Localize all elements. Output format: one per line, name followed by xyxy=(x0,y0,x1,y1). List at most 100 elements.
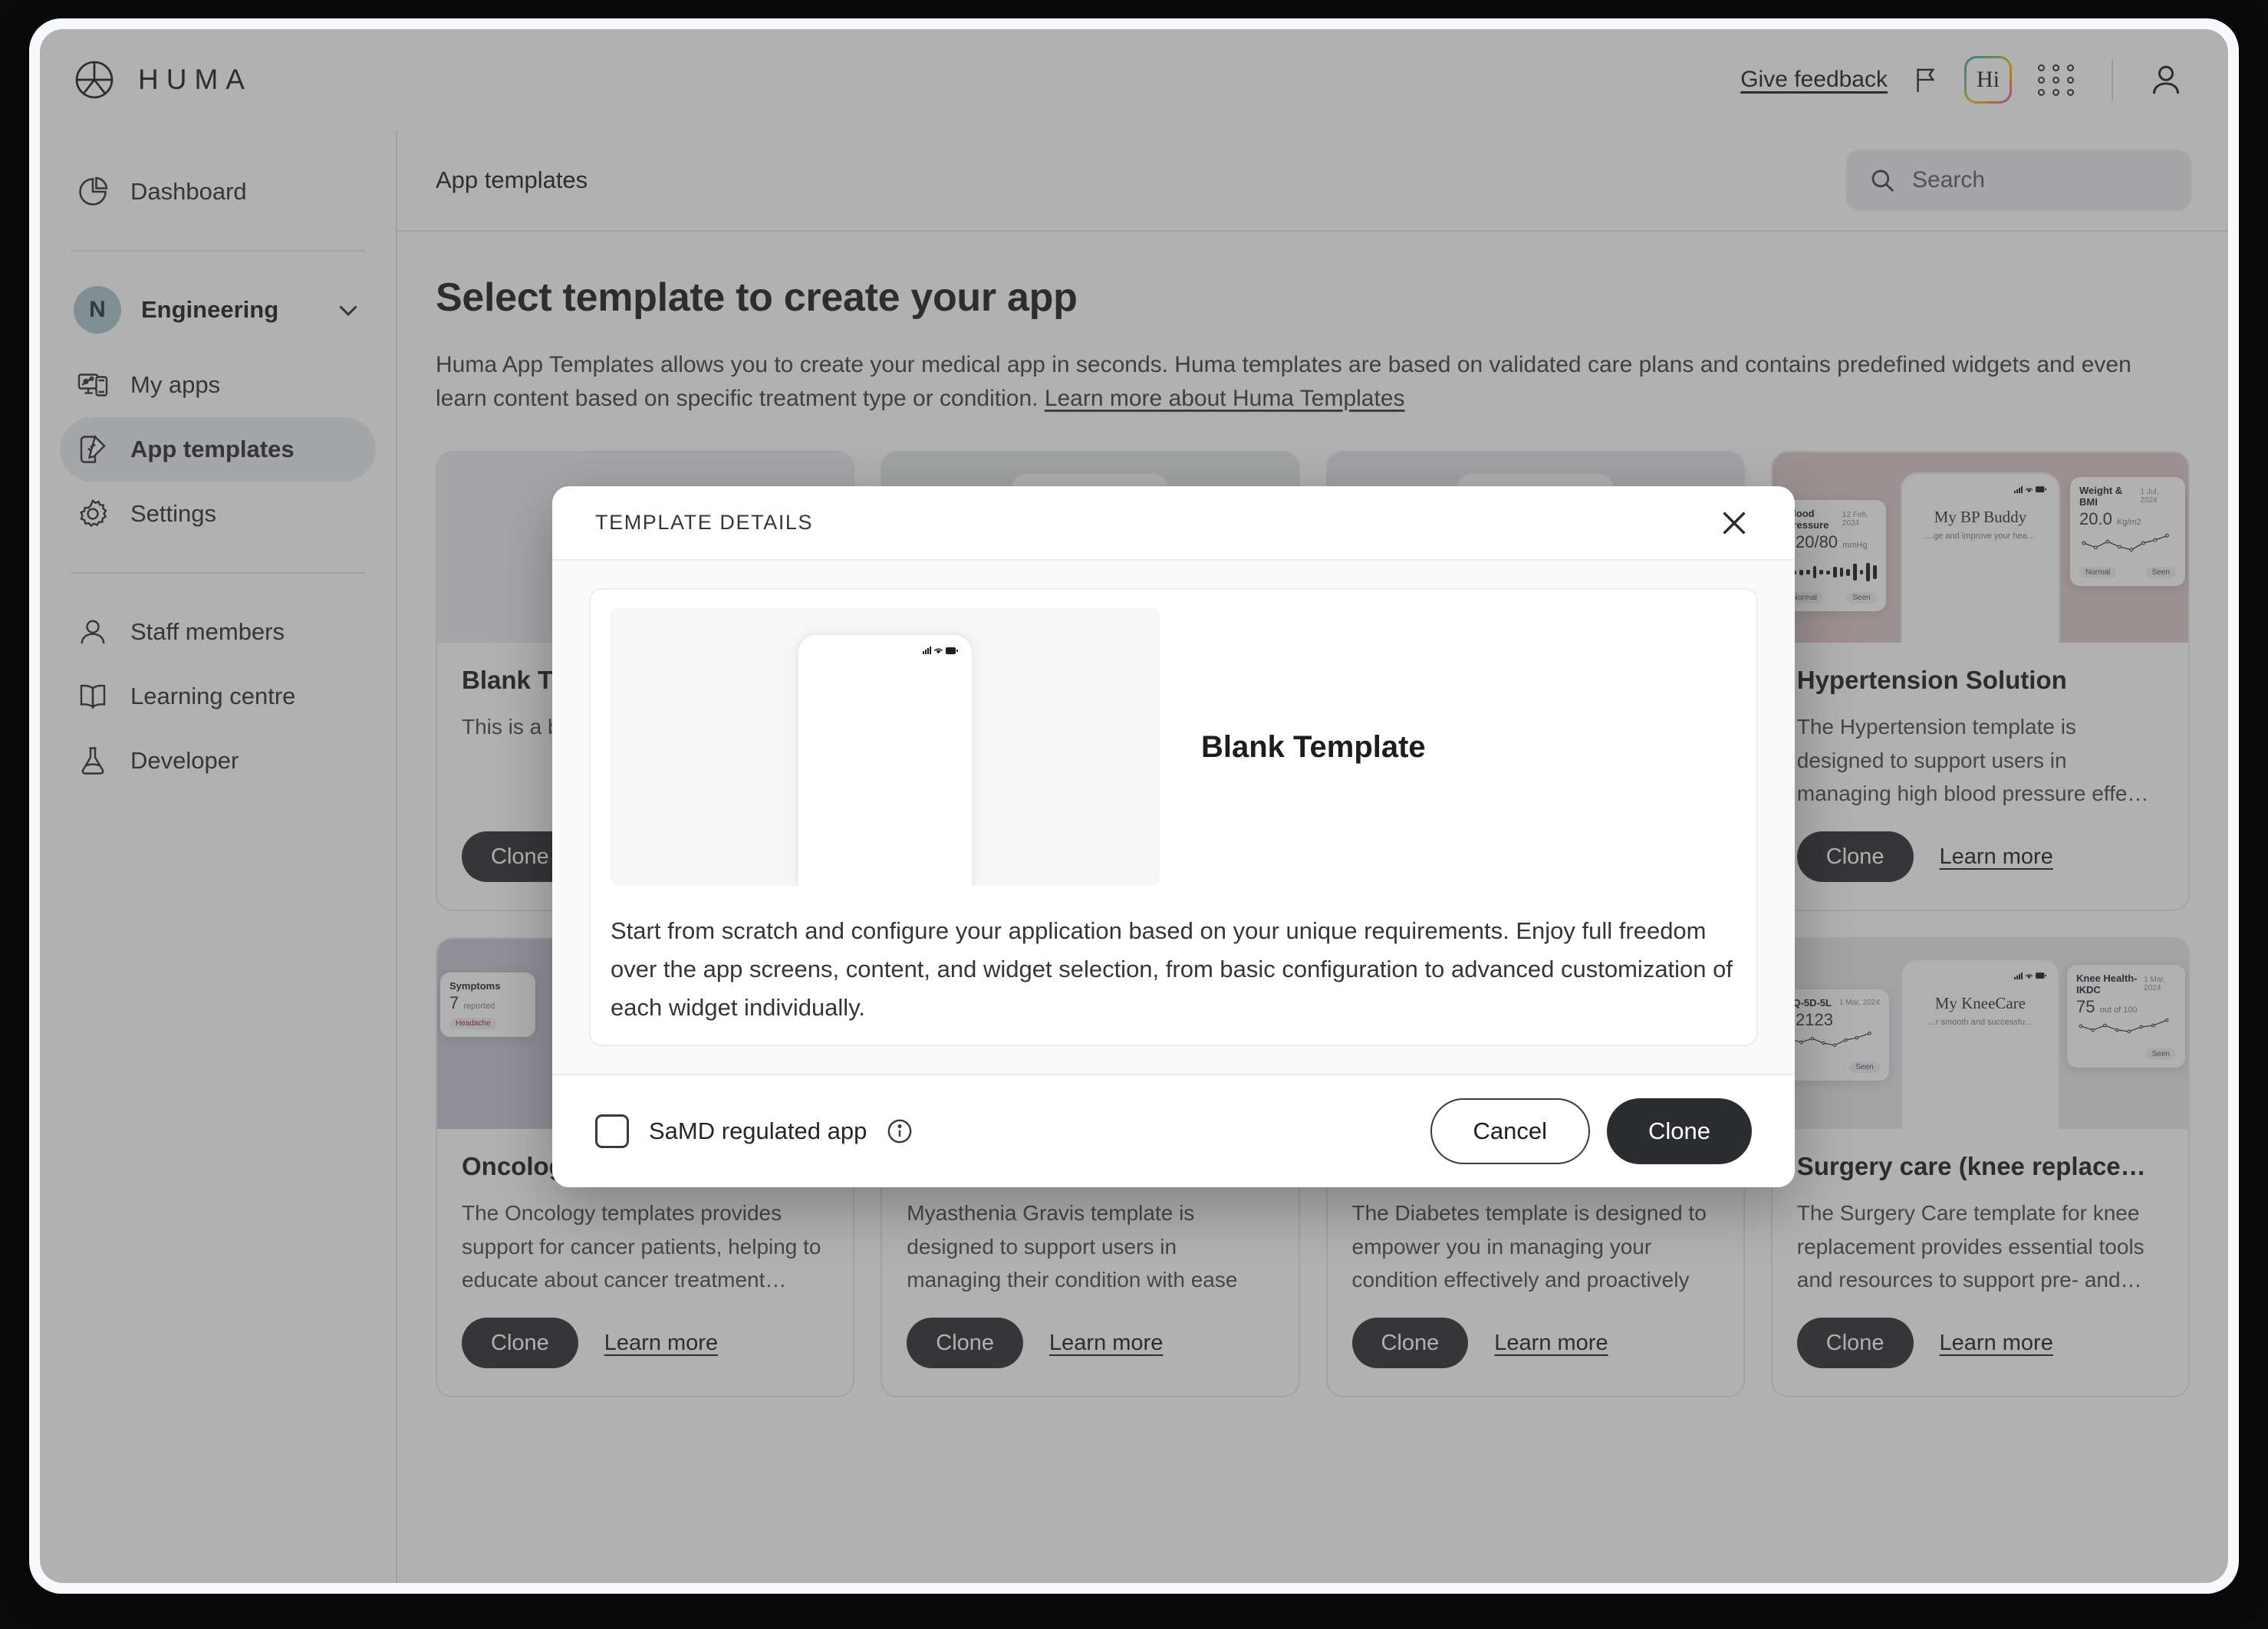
card-description: The Surgery Care template for knee repla… xyxy=(1796,1201,2145,1292)
widget-number: 20.0 xyxy=(2079,509,2112,529)
card-actions: Clone Learn more xyxy=(462,1318,828,1369)
card-body: Surgery care (knee replacem… The Surgery… xyxy=(1773,1129,2188,1396)
person-icon xyxy=(77,616,109,648)
learn-more-link[interactable]: Learn more xyxy=(1940,844,2053,870)
widget-unit: mmHg xyxy=(1842,541,1868,551)
modal-body: Blank Template Start from scratch and co… xyxy=(552,561,1795,1074)
modal-clone-button[interactable]: Clone xyxy=(1607,1098,1752,1165)
widget-value: 7 reported xyxy=(449,993,526,1013)
close-icon[interactable] xyxy=(1717,505,1752,541)
template-card[interactable]: My KneeCare …r smooth and successfu… EQ-… xyxy=(1770,937,2190,1398)
browser-window: HUMA Give feedback Hi Dashboard N Engine… xyxy=(29,18,2239,1594)
search-placeholder: Search xyxy=(1912,167,1986,193)
org-avatar: N xyxy=(74,286,121,334)
phone-mockup: My BP Buddy …ge and improve your hea… xyxy=(1900,472,2060,643)
app-root: HUMA Give feedback Hi Dashboard N Engine… xyxy=(40,29,2228,1583)
clone-button[interactable]: Clone xyxy=(907,1318,1024,1369)
wifi-icon xyxy=(2025,974,2033,979)
sidebar-item-my-apps[interactable]: My apps xyxy=(60,353,376,417)
app-grid-icon[interactable] xyxy=(2038,61,2076,99)
template-name: Blank Template xyxy=(1201,729,1426,764)
wifi-icon xyxy=(2025,488,2033,492)
sidebar-item-staff-members[interactable]: Staff members xyxy=(60,600,376,664)
learn-more-link[interactable]: Learn more xyxy=(1049,1331,1163,1356)
widget-footer: Normal Seen xyxy=(2079,567,2176,579)
modal-actions: Cancel Clone xyxy=(1430,1098,1752,1165)
symptom-badge: Headache xyxy=(449,1018,497,1030)
clone-button[interactable]: Clone xyxy=(1351,1318,1469,1369)
sidebar-item-label: Staff members xyxy=(130,618,285,645)
sidebar-item-label: My apps xyxy=(130,371,221,398)
learn-more-link[interactable]: Learn more xyxy=(1940,1331,2053,1356)
widget-date: 1 Mar, 2024 xyxy=(1838,999,1880,1008)
book-icon xyxy=(77,680,109,712)
sidebar-item-learning-centre[interactable]: Learning centre xyxy=(60,664,376,729)
phone-mockup: My KneeCare …r smooth and successfu… xyxy=(1900,959,2060,1130)
learn-more-link[interactable]: Learn more xyxy=(1494,1331,1608,1356)
info-icon[interactable] xyxy=(887,1118,913,1144)
clone-button[interactable]: Clone xyxy=(462,1318,578,1369)
widget-bar-chart xyxy=(1786,557,1877,587)
gear-icon xyxy=(77,498,109,530)
org-switcher[interactable]: N Engineering xyxy=(60,278,376,342)
sidebar-item-label: Settings xyxy=(130,500,217,527)
huma-logo-icon xyxy=(74,59,115,100)
widget-date: 12 Feb, 2024 xyxy=(1842,511,1868,528)
clone-button[interactable]: Clone xyxy=(1796,1318,1914,1369)
card-body: Hypertension Solution The Hypertension t… xyxy=(1773,643,2188,910)
widget-value: 12123 xyxy=(1786,1010,1833,1030)
hero-subtitle: Huma App Templates allows you to create … xyxy=(436,348,2177,416)
samd-label: SaMD regulated app xyxy=(649,1117,867,1145)
template-card[interactable]: My BP Buddy …ge and improve your hea… Bl… xyxy=(1770,451,2190,912)
brand-name: HUMA xyxy=(138,64,252,95)
seen-badge: Seen xyxy=(2145,567,2176,579)
template-preview-image xyxy=(611,608,1160,887)
flag-icon[interactable] xyxy=(1914,67,1938,93)
sidebar-item-developer[interactable]: Developer xyxy=(60,729,376,793)
status-bar xyxy=(1914,971,2046,980)
brand-logo[interactable]: HUMA xyxy=(74,59,252,100)
card-preview-image: My KneeCare …r smooth and successfu… EQ-… xyxy=(1772,939,2188,1130)
user-avatar-icon[interactable] xyxy=(2148,62,2184,97)
sidebar-divider-1 xyxy=(71,250,365,252)
sidebar-item-label: Dashboard xyxy=(130,178,247,205)
modal-header: TEMPLATE DETAILS xyxy=(552,486,1795,561)
phone-mockup xyxy=(796,633,974,887)
learn-more-templates-link[interactable]: Learn more about Huma Templates xyxy=(1045,386,1405,411)
hi-assistant-badge[interactable]: Hi xyxy=(1964,56,2012,104)
widget-unit: Kg/m2 xyxy=(2116,518,2141,528)
samd-checkbox[interactable] xyxy=(595,1114,629,1149)
widget-value: 120/80 mmHg xyxy=(1786,532,1877,552)
topbar-divider xyxy=(2112,60,2113,100)
widget-number: 75 xyxy=(2076,997,2095,1017)
sidebar-item-app-templates[interactable]: App templates xyxy=(60,417,376,482)
sidebar-item-dashboard[interactable]: Dashboard xyxy=(60,160,376,224)
sidebar-item-settings[interactable]: Settings xyxy=(60,482,376,546)
card-description: The Hypertension template is designed to… xyxy=(1796,715,2149,805)
phone-app-title: My KneeCare xyxy=(1934,994,2026,1013)
widget-line-chart xyxy=(1788,1032,1871,1048)
widget-footer: Seen xyxy=(2076,1048,2176,1061)
modal-eyebrow-title: TEMPLATE DETAILS xyxy=(595,511,814,535)
devices-icon xyxy=(77,369,109,401)
learn-more-link[interactable]: Learn more xyxy=(604,1331,718,1356)
top-bar: HUMA Give feedback Hi xyxy=(40,29,2228,130)
cancel-button[interactable]: Cancel xyxy=(1430,1098,1590,1165)
status-badge: Normal xyxy=(2079,567,2117,579)
signal-icon xyxy=(2013,972,2023,979)
clone-button[interactable]: Clone xyxy=(1796,831,1914,883)
card-actions: Clone Learn more xyxy=(1796,831,2164,883)
widget-header: Knee Health-IKDC 1 Mar, 2024 xyxy=(2076,972,2176,995)
give-feedback-link[interactable]: Give feedback xyxy=(1740,67,1888,93)
widget-line-chart xyxy=(2082,534,2169,552)
status-bar xyxy=(812,646,958,655)
preview-widget-symptoms: Symptoms 7 reported Headache xyxy=(440,972,535,1038)
sidebar-item-label: Learning centre xyxy=(130,683,296,709)
widget-footer: Normal Seen xyxy=(1786,592,1877,604)
battery-icon xyxy=(2035,972,2046,979)
search-input[interactable]: Search xyxy=(1846,150,2191,211)
template-ruler-icon xyxy=(77,433,109,466)
card-description: The Oncology templates provides support … xyxy=(462,1201,821,1292)
widget-title: Knee Health-IKDC xyxy=(2076,972,2138,996)
preview-widget-knee-health: Knee Health-IKDC 1 Mar, 2024 75 out of 1… xyxy=(2067,965,2185,1068)
